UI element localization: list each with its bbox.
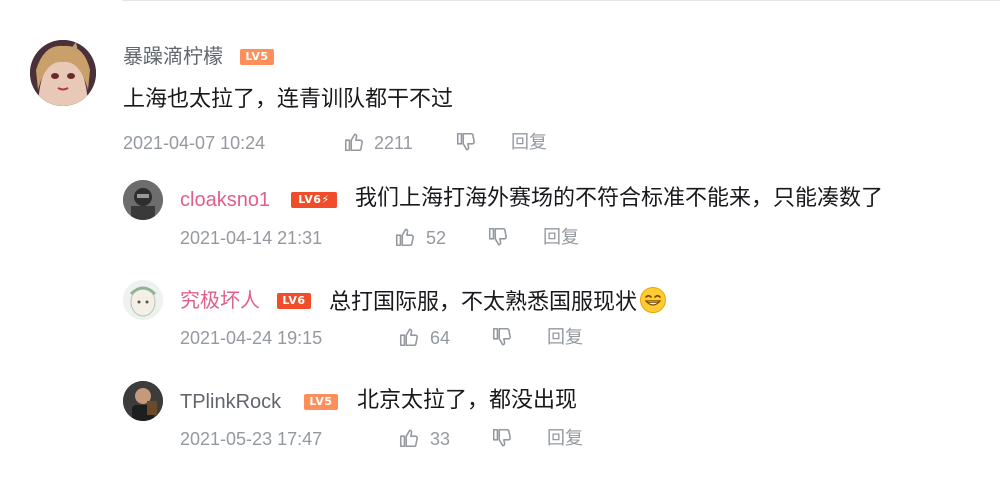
avatar[interactable] — [123, 180, 163, 220]
level-badge: LV6 — [277, 293, 311, 309]
dislike-icon[interactable] — [487, 226, 509, 248]
reply-button[interactable]: 回复 — [511, 132, 547, 154]
avatar[interactable] — [123, 381, 163, 421]
reply-button[interactable]: 回复 — [547, 327, 583, 349]
like-icon[interactable] — [343, 131, 365, 153]
username[interactable]: 究极坏人 — [180, 289, 260, 313]
avatar[interactable] — [30, 40, 96, 106]
like-count: 2211 — [374, 133, 413, 153]
username[interactable]: TPlinkRock — [180, 390, 281, 414]
like-icon[interactable] — [394, 226, 416, 248]
level-badge: LV6⚡ — [291, 192, 337, 208]
reply-date: 2021-05-23 17:47 — [180, 429, 323, 449]
like-count: 33 — [430, 429, 451, 449]
level-badge: LV5 — [240, 49, 274, 65]
reply-date: 2021-04-14 21:31 — [180, 228, 323, 248]
username[interactable]: 暴躁滴柠檬 — [123, 45, 223, 69]
like-count: 64 — [430, 328, 451, 348]
reply-date: 2021-04-24 19:15 — [180, 328, 323, 348]
level-badge: LV5 — [304, 394, 338, 410]
divider-line — [122, 0, 1000, 1]
like-icon[interactable] — [398, 427, 420, 449]
username[interactable]: cloaksno1 — [180, 188, 270, 212]
reply-text: 我们上海打海外赛场的不符合标准不能来，只能凑数了 — [355, 186, 884, 211]
dislike-icon[interactable] — [455, 131, 477, 153]
reply-text: 总打国际服，不太熟悉国服现状 — [329, 286, 667, 317]
like-icon[interactable] — [398, 326, 420, 348]
avatar[interactable] — [123, 280, 163, 320]
dislike-icon[interactable] — [491, 326, 513, 348]
comment-date: 2021-04-07 10:24 — [123, 133, 266, 153]
grinning-emoji-icon — [640, 287, 667, 313]
reply-button[interactable]: 回复 — [547, 428, 583, 450]
comment-text: 上海也太拉了，连青训队都干不过 — [123, 87, 454, 112]
reply-button[interactable]: 回复 — [543, 227, 579, 249]
reply-text-body: 总打国际服，不太熟悉国服现状 — [329, 290, 638, 315]
like-count: 52 — [426, 228, 447, 248]
reply-text: 北京太拉了，都没出现 — [357, 388, 578, 413]
dislike-icon[interactable] — [491, 427, 513, 449]
